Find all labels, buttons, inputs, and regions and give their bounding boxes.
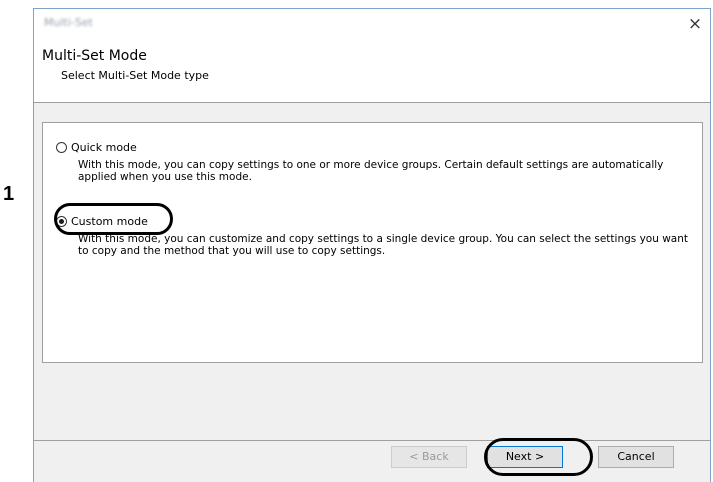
window-title: Multi-Set bbox=[44, 16, 93, 29]
close-icon[interactable]: × bbox=[680, 9, 710, 39]
quick-mode-description: With this mode, you can copy settings to… bbox=[78, 159, 664, 183]
quick-mode-label[interactable]: Quick mode bbox=[71, 141, 137, 154]
back-button[interactable]: < Back bbox=[391, 446, 467, 468]
next-button-highlight bbox=[484, 438, 593, 476]
quick-mode-radio-row[interactable]: Quick mode bbox=[56, 139, 688, 155]
cancel-button-label: Cancel bbox=[617, 450, 655, 463]
step-number-annotation: 1 bbox=[3, 183, 15, 205]
radio-icon[interactable] bbox=[56, 141, 67, 153]
mode-options-panel: Quick mode With this mode, you can copy … bbox=[42, 122, 703, 363]
footer-divider bbox=[34, 440, 710, 441]
cancel-button[interactable]: Cancel bbox=[598, 446, 674, 468]
page-title: Multi-Set Mode bbox=[42, 48, 147, 64]
custom-mode-highlight bbox=[54, 203, 173, 235]
page-subtitle: Select Multi-Set Mode type bbox=[61, 69, 209, 82]
back-button-label: < Back bbox=[409, 450, 449, 463]
option-quick-mode: Quick mode With this mode, you can copy … bbox=[56, 139, 688, 183]
title-bar: Multi-Set × bbox=[34, 9, 710, 39]
dialog-window: Multi-Set × Multi-Set Mode Select Multi-… bbox=[33, 8, 711, 482]
custom-mode-description: With this mode, you can customize and co… bbox=[78, 233, 689, 257]
dialog-header: Multi-Set Mode Select Multi-Set Mode typ… bbox=[34, 39, 710, 103]
